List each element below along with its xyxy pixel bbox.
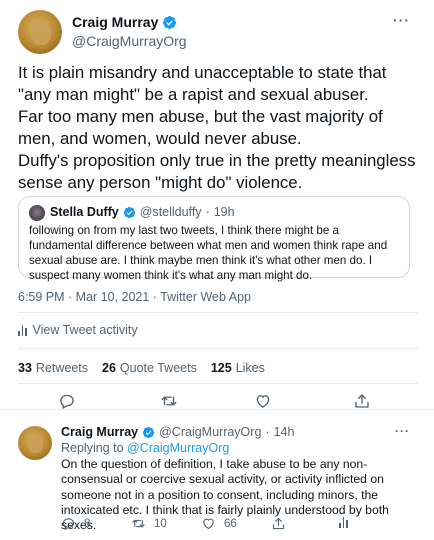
reply-retweet-button[interactable]: 10 <box>131 516 167 531</box>
verified-badge-icon <box>163 15 177 29</box>
retweet-icon <box>132 519 145 528</box>
main-tweet: Craig Murray @CraigMurrayOrg ··· It is p… <box>0 0 434 410</box>
activity-label: View Tweet activity <box>32 323 138 337</box>
separator-dot: · <box>265 425 270 439</box>
reply-icon[interactable] <box>58 392 76 410</box>
quote-tweets-count-link[interactable]: 26 Quote Tweets <box>102 361 197 375</box>
divider <box>18 383 418 384</box>
replying-prefix: Replying to <box>61 441 124 455</box>
quoted-author-handle: @stellduffy <box>139 205 202 219</box>
reply-author-name[interactable]: Craig Murray <box>61 425 138 439</box>
analytics-icon <box>18 324 27 336</box>
more-options-icon[interactable]: ··· <box>393 12 410 28</box>
reply-tweet[interactable]: Craig Murray @CraigMurrayOrg · 14h ··· R… <box>0 414 434 540</box>
more-options-icon[interactable]: ··· <box>395 424 410 438</box>
divider <box>18 348 418 349</box>
tweet-timestamp[interactable]: 6:59 PM · Mar 10, 2021 · Twitter Web App <box>18 290 251 304</box>
stat-label: Retweets <box>35 361 89 375</box>
author-handle[interactable]: @CraigMurrayOrg <box>72 33 187 49</box>
likes-count-link[interactable]: 125 Likes <box>211 361 265 375</box>
retweet-count: 10 <box>154 517 167 530</box>
tweet-text: It is plain misandry and unacceptable to… <box>18 62 418 194</box>
replying-to-link[interactable]: @CraigMurrayOrg <box>127 441 229 455</box>
author-name[interactable]: Craig Murray <box>72 14 158 30</box>
reply-count: 8 <box>84 517 91 530</box>
stat-count: 26 <box>102 361 116 375</box>
separator-dot: · <box>205 205 210 219</box>
reply-author-handle[interactable]: @CraigMurrayOrg <box>159 425 261 439</box>
reply-author-avatar[interactable] <box>18 426 52 460</box>
retweets-count-link[interactable]: 33 Retweets <box>18 361 88 375</box>
verified-badge-icon <box>142 426 155 438</box>
like-icon[interactable] <box>254 392 272 410</box>
divider <box>18 312 418 313</box>
stat-label: Likes <box>235 361 265 375</box>
quoted-tweet-header: Stella Duffy @stellduffy · 19h <box>50 205 235 219</box>
retweet-icon[interactable] <box>160 392 178 410</box>
tweet-stats: 33 Retweets 26 Quote Tweets 125 Likes <box>18 361 265 375</box>
stat-count: 125 <box>210 361 232 375</box>
reply-icon <box>62 518 75 531</box>
reply-reply-button[interactable]: 8 <box>61 516 90 531</box>
quoted-tweet-card[interactable]: Stella Duffy @stellduffy · 19h following… <box>18 196 410 282</box>
quoted-author-avatar <box>29 205 45 221</box>
tweet-text-line: Duffy's proposition only true in the pre… <box>18 151 416 192</box>
like-count: 66 <box>224 517 237 530</box>
share-icon <box>272 517 285 530</box>
reply-age[interactable]: 14h <box>274 425 295 439</box>
tweet-text-line: It is plain misandry and unacceptable to… <box>18 63 387 104</box>
reply-like-button[interactable]: 66 <box>201 516 237 531</box>
view-tweet-activity-link[interactable]: View Tweet activity <box>18 323 138 337</box>
share-icon[interactable] <box>353 392 371 410</box>
reply-analytics-button[interactable] <box>339 516 348 528</box>
stat-count: 33 <box>18 361 32 375</box>
reply-share-button[interactable] <box>271 516 286 531</box>
replying-to-line: Replying to @CraigMurrayOrg <box>61 441 229 455</box>
tweet-text-line: Far too many men abuse, but the vast maj… <box>18 107 383 148</box>
quoted-author-name: Stella Duffy <box>50 205 119 219</box>
reply-header: Craig Murray @CraigMurrayOrg · 14h <box>61 425 294 439</box>
analytics-icon <box>339 516 348 528</box>
stat-label: Quote Tweets <box>119 361 197 375</box>
author-name-line[interactable]: Craig Murray <box>72 14 177 30</box>
quoted-tweet-age: 19h <box>213 205 235 219</box>
reply-actions: 8 10 66 <box>61 516 401 534</box>
like-icon <box>203 518 214 530</box>
author-avatar[interactable] <box>18 10 62 54</box>
verified-badge-icon <box>123 206 135 218</box>
quoted-tweet-text: following on from my last two tweets, I … <box>29 224 388 282</box>
tweet-actions <box>18 392 418 414</box>
